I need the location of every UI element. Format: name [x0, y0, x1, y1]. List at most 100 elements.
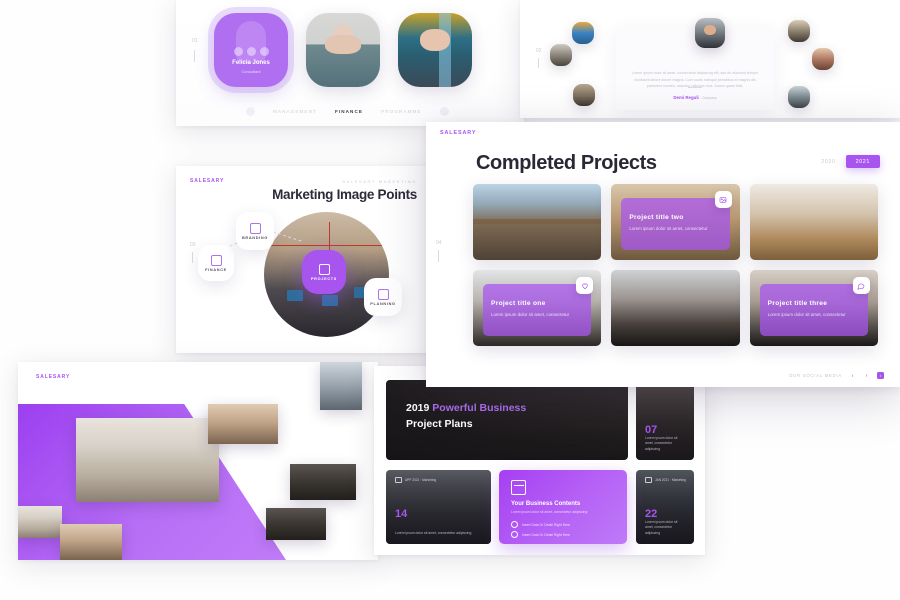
- hero-highlight: Powerful Business: [432, 402, 527, 414]
- slide-testimonial[interactable]: 02 Lorem ipsum dolor sit amet, consectet…: [520, 0, 900, 118]
- plan-tag: APP 2021 · Marketing: [395, 477, 436, 483]
- gallery-image[interactable]: [18, 506, 62, 538]
- node-planning[interactable]: PLANNING: [364, 278, 402, 316]
- project-card[interactable]: Project title two Lorem ipsum dolor sit …: [611, 184, 740, 260]
- gallery-image[interactable]: [208, 404, 278, 444]
- chat-icon[interactable]: [852, 277, 870, 294]
- hero-title-line1: 2019 Powerful Business: [406, 402, 526, 414]
- nav-item-finance[interactable]: FINANCE: [335, 109, 363, 114]
- testimonial-avatar[interactable]: [788, 20, 810, 42]
- heart-icon[interactable]: [576, 277, 594, 294]
- project-title: Project title three: [767, 300, 828, 307]
- contents-bullet: Insert Data Or Detail Right Here: [511, 521, 570, 528]
- calendar-icon: [395, 477, 402, 483]
- slide-completed-projects[interactable]: SALESARY Completed Projects 2020 2021 04…: [426, 122, 900, 387]
- node-label: FINANCE: [205, 267, 227, 272]
- plan-card-07[interactable]: 07 Lorem ipsum dolor sit amet, consectet…: [636, 380, 694, 460]
- slide-business-plans[interactable]: 2019 Powerful Business Project Plans 07 …: [374, 366, 705, 555]
- testimonial-author: Demi Reguli - Company: [616, 95, 774, 100]
- plans-hero-card[interactable]: 2019 Powerful Business Project Plans: [386, 380, 628, 460]
- image-icon[interactable]: [714, 191, 732, 208]
- twitter-icon[interactable]: t: [849, 372, 856, 379]
- testimonial-avatar[interactable]: [572, 22, 594, 44]
- project-card[interactable]: [611, 270, 740, 346]
- slide-rail-number: 02: [536, 48, 542, 54]
- node-projects[interactable]: PROJECTS: [302, 250, 346, 294]
- project-overlay: [621, 198, 730, 250]
- project-overlay: [759, 284, 868, 336]
- slide-rail-bar: [538, 58, 539, 68]
- prev-arrow-icon[interactable]: [246, 107, 255, 116]
- plan-card-22[interactable]: JAN 2021 · Marketing 22 Lorem ipsum dolo…: [636, 470, 694, 544]
- testimonial-main-avatar: [695, 18, 725, 48]
- testimonial-avatar[interactable]: [573, 84, 595, 106]
- contents-bullet: Insert Data Or Detail Right Here: [511, 531, 570, 538]
- testimonial-avatar[interactable]: [812, 48, 834, 70]
- slide-rail-bar: [194, 50, 195, 62]
- presentation-mockup-stage: 01 Felicia Jones Consultant MANAGEMENT F…: [0, 0, 900, 600]
- team-member-card[interactable]: [306, 13, 380, 87]
- plan-card-14[interactable]: APP 2021 · Marketing 14 Lorem ipsum dolo…: [386, 470, 491, 544]
- slide-rail-bar: [192, 252, 193, 263]
- contents-title: Your Business Contents: [511, 501, 581, 507]
- projects-grid: Project title two Lorem ipsum dolor sit …: [473, 184, 878, 346]
- project-card[interactable]: Project title one Lorem ipsum dolor sit …: [473, 270, 602, 346]
- nav-item-management[interactable]: MANAGEMENT: [273, 109, 317, 114]
- brand-logo: SALESARY: [190, 178, 225, 184]
- project-card[interactable]: [473, 184, 602, 260]
- featured-name: Felicia Jones: [232, 60, 270, 66]
- slide-team-profiles[interactable]: 01 Felicia Jones Consultant MANAGEMENT F…: [176, 0, 524, 126]
- plan-text: Lorem ipsum dolor sit amet, consectetur …: [645, 435, 678, 452]
- project-card[interactable]: [749, 184, 878, 260]
- slide-title: Marketing Image Points: [272, 187, 417, 202]
- project-desc: Lorem ipsum dolor sit amet, consectetur: [767, 312, 846, 317]
- project-overlay: [483, 284, 592, 336]
- gallery-image[interactable]: [266, 508, 326, 540]
- social-dots: [214, 47, 288, 56]
- author-company: - Company: [700, 96, 717, 100]
- social-footer: OUR SOCIAL MEDIA t f i: [789, 372, 884, 379]
- slide-eyebrow: SALESARY MARKETING: [342, 179, 417, 184]
- gallery-image[interactable]: [76, 418, 219, 502]
- gallery-image[interactable]: [290, 464, 356, 500]
- plan-text: Lorem ipsum dolor sit amet, consectetur …: [645, 519, 678, 536]
- testimonial-avatar[interactable]: [550, 44, 572, 66]
- testimonial-avatar[interactable]: [788, 86, 810, 108]
- team-avatar-row: Felicia Jones Consultant: [214, 13, 472, 87]
- project-image: [749, 184, 878, 260]
- node-branding[interactable]: BRANDING: [236, 212, 274, 250]
- monitor-icon: [377, 288, 389, 300]
- project-card[interactable]: Project title three Lorem ipsum dolor si…: [749, 270, 878, 346]
- slide-marketing-image-points[interactable]: SALESARY 03 SALESARY MARKETING Marketing…: [176, 166, 431, 353]
- featured-role: Consultant: [241, 69, 261, 74]
- contents-desc: Lorem ipsum dolor sit amet, consectetur …: [511, 510, 588, 514]
- slide-rail-bar: [438, 250, 439, 262]
- plan-tag: JAN 2021 · Marketing: [645, 477, 686, 483]
- nav-item-programme[interactable]: PROGRAMME: [381, 109, 422, 114]
- facebook-icon[interactable]: f: [863, 372, 870, 379]
- node-label: PROJECTS: [310, 276, 338, 281]
- hero-year: 2019: [406, 402, 430, 414]
- social-footer-label: OUR SOCIAL MEDIA: [789, 373, 842, 378]
- project-image: [473, 184, 602, 260]
- plan-contents-card[interactable]: Your Business Contents Lorem ipsum dolor…: [499, 470, 627, 544]
- slide-gallery[interactable]: SALESARY: [18, 362, 378, 560]
- team-member-card[interactable]: [398, 13, 472, 87]
- node-finance[interactable]: FINANCE: [198, 245, 234, 281]
- year-tab-2020[interactable]: 2020: [821, 159, 835, 165]
- avatar-silhouette: [236, 21, 266, 63]
- instagram-icon[interactable]: i: [877, 372, 884, 379]
- author-name: Demi Reguli: [673, 95, 699, 100]
- slide-rail-number: 01: [192, 38, 198, 44]
- team-featured-card[interactable]: Felicia Jones Consultant: [214, 13, 288, 87]
- next-arrow-icon[interactable]: [439, 107, 449, 116]
- gallery-image[interactable]: [320, 362, 362, 410]
- card-icon: [210, 254, 222, 266]
- project-desc: Lorem ipsum dolor sit amet, consectetur: [629, 226, 708, 231]
- slide-rail-number: 04: [436, 240, 442, 246]
- project-image: [611, 270, 740, 346]
- calendar-icon: [511, 480, 526, 495]
- gallery-image[interactable]: [60, 524, 122, 560]
- node-label: PLANNING: [370, 301, 396, 306]
- year-tab-2021[interactable]: 2021: [845, 155, 880, 168]
